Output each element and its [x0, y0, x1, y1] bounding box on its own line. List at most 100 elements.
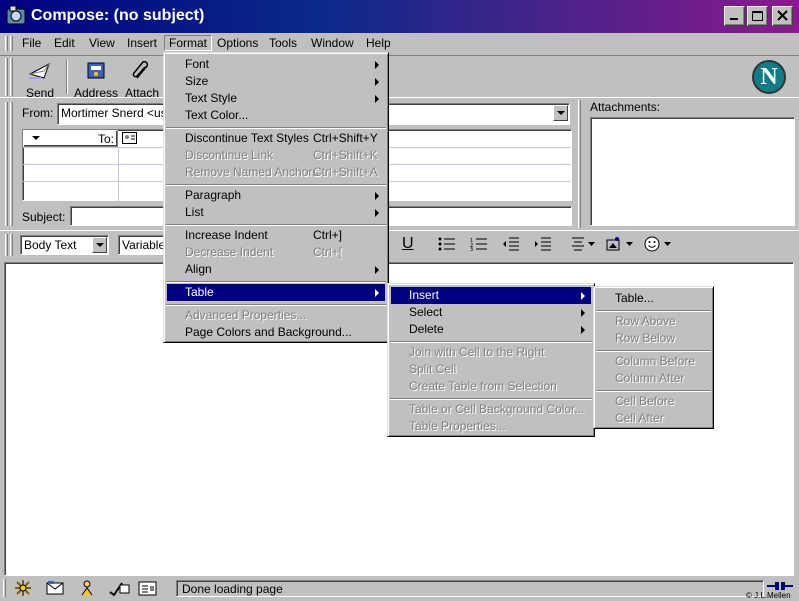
format-menu-item-discontinue-text-styles[interactable]: Discontinue Text Styles Ctrl+Shift+Y	[167, 130, 385, 147]
table-menu-item-create-table-from-selection: Create Table from Selection	[391, 378, 591, 395]
table-menu-item-select[interactable]: Select	[391, 304, 591, 321]
format-menu-item-label: Remove Named Anchors	[185, 165, 319, 179]
formatbar-grip-2	[10, 234, 13, 256]
insert-menu-item-column-before: Column Before	[597, 353, 710, 370]
format-menu-item-label: Decrease Indent	[185, 245, 274, 259]
minimize-icon	[730, 18, 738, 20]
table-menu-item-label: Insert	[409, 288, 440, 302]
format-menu-item-align[interactable]: Align	[167, 261, 385, 278]
table-menu-item-label: Create Table from Selection	[409, 379, 557, 393]
format-menu-item-size[interactable]: Size	[167, 73, 385, 90]
menu-insert[interactable]: Insert	[122, 35, 162, 51]
statusbar-grip[interactable]	[3, 579, 6, 597]
menu-tools[interactable]: Tools	[264, 35, 302, 51]
maximize-button[interactable]	[747, 6, 768, 26]
send-label: Send	[25, 86, 55, 100]
address-grip[interactable]	[5, 102, 8, 226]
menu-options[interactable]: Options	[212, 35, 263, 51]
table-menu-item-split-cell: Split Cell	[391, 361, 591, 378]
format-menu-separator	[166, 304, 386, 306]
insert-menu-item-column-after: Column After	[597, 370, 710, 387]
alignment-icon[interactable]	[570, 237, 596, 251]
insert-object-icon[interactable]	[606, 236, 634, 252]
table-menu-separator	[390, 341, 592, 343]
emoticon-icon[interactable]	[644, 236, 672, 252]
newsgroups-icon[interactable]	[78, 579, 96, 597]
format-menu-item-label: Table	[185, 285, 214, 299]
format-menu-item-text-style[interactable]: Text Style	[167, 90, 385, 107]
chevron-right-icon	[581, 326, 585, 334]
maximize-icon	[752, 11, 763, 21]
format-menu-item-table[interactable]: Table	[167, 284, 385, 301]
subject-label: Subject:	[22, 210, 66, 224]
menu-edit[interactable]: Edit	[49, 35, 80, 51]
menu-format[interactable]: Format	[164, 35, 213, 51]
address-button[interactable]: Address	[72, 60, 120, 100]
format-menu-item-increase-indent[interactable]: Increase Indent Ctrl+]	[167, 227, 385, 244]
attach-button[interactable]: Attach	[122, 60, 162, 100]
netscape-logo[interactable]: N	[752, 60, 786, 94]
from-label: From:	[22, 106, 54, 120]
menubar-grip[interactable]	[5, 36, 8, 51]
toolbar-grip[interactable]	[5, 58, 8, 96]
address-grip-2	[10, 102, 13, 226]
composer-app-icon[interactable]	[6, 6, 26, 26]
composer-icon[interactable]	[138, 579, 158, 597]
chevron-down-icon[interactable]	[553, 105, 568, 121]
format-menu-item-text-color[interactable]: Text Color...	[167, 107, 385, 124]
minimize-button[interactable]	[724, 6, 745, 26]
menu-view[interactable]: View	[84, 35, 120, 51]
table-menu-item-label: Table or Cell Background Color...	[409, 402, 585, 416]
format-menu-item-page-colors-and-background[interactable]: Page Colors and Background...	[167, 324, 385, 341]
format-menu-item-font[interactable]: Font	[167, 56, 385, 73]
to-label: To:	[97, 132, 114, 146]
table-menu-item-label: Split Cell	[409, 362, 457, 376]
formatbar-grip[interactable]	[5, 234, 8, 256]
decrease-indent-icon[interactable]	[502, 237, 520, 251]
insert-menu-item-label: Table...	[615, 291, 654, 305]
format-menu-item-label: Text Color...	[185, 108, 249, 122]
underline-button[interactable]: U	[402, 235, 414, 253]
table-menu-item-label: Join with Cell to the Right	[409, 345, 545, 359]
format-menu-item-shortcut: Ctrl+[	[313, 245, 343, 259]
mail-icon[interactable]	[46, 579, 64, 597]
table-menu-item-delete[interactable]: Delete	[391, 321, 591, 338]
paragraph-style-select[interactable]: Body Text	[20, 235, 109, 255]
recipient-type-button[interactable]: To:	[23, 130, 118, 147]
insert-menu-item-row-above: Row Above	[597, 313, 710, 330]
format-toolbar: Body Text Variable	[0, 230, 799, 258]
address-label: Address	[73, 86, 119, 100]
format-menu-separator	[166, 127, 386, 129]
send-button[interactable]: Send	[16, 60, 64, 100]
format-menu-item-list[interactable]: List	[167, 204, 385, 221]
table-menu-separator	[390, 398, 592, 400]
font-select[interactable]: Variable	[118, 235, 168, 255]
numbered-list-icon[interactable]: 123	[470, 237, 488, 251]
menu-file[interactable]: File	[17, 35, 46, 51]
insert-menu-item-label: Cell After	[615, 411, 664, 425]
splitter[interactable]	[578, 100, 581, 228]
menu-window[interactable]: Window	[306, 35, 359, 51]
format-menu-item-paragraph[interactable]: Paragraph	[167, 187, 385, 204]
spellcheck-icon[interactable]	[108, 579, 130, 597]
insert-menu-item-table[interactable]: Table...	[597, 290, 710, 307]
attachments-list[interactable]	[590, 117, 795, 226]
toolbar-separator	[66, 60, 68, 94]
increase-indent-icon[interactable]	[534, 237, 552, 251]
table-menu-item-table-properties: Table Properties...	[391, 418, 591, 435]
menubar-grip-2	[10, 36, 13, 51]
format-menu-item-label: Align	[185, 262, 212, 276]
close-button[interactable]	[772, 6, 793, 26]
format-menu-item-shortcut: Ctrl+Shift+A	[313, 165, 378, 179]
from-value: Mortimer Snerd <user	[61, 106, 178, 120]
recipient-column-line	[118, 147, 119, 201]
chevron-down-icon[interactable]	[92, 237, 107, 253]
insert-menu-separator	[596, 310, 711, 312]
bulleted-list-icon[interactable]	[438, 237, 456, 251]
address-card-icon	[122, 132, 137, 144]
navigator-icon[interactable]	[14, 579, 32, 597]
table-menu-item-label: Select	[409, 305, 443, 319]
table-menu-item-insert[interactable]: Insert	[391, 287, 591, 304]
menu-help[interactable]: Help	[361, 35, 396, 51]
chevron-right-icon	[375, 192, 379, 200]
